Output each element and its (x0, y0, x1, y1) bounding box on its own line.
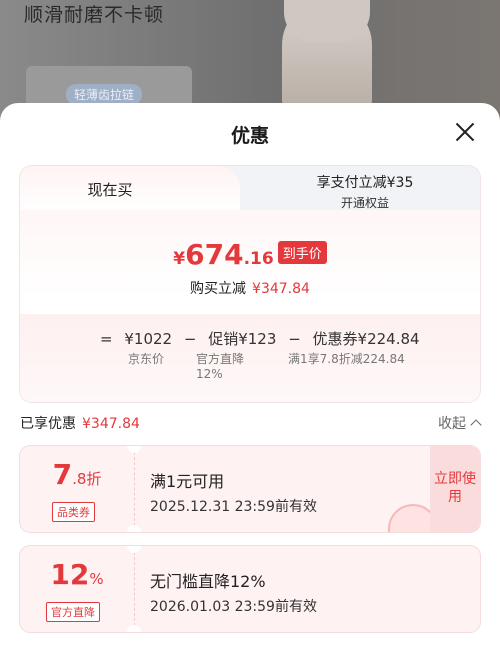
price-body: ¥674.16 到手价 购买立减 ¥347.84 = ¥1022 − 促销¥123 … (20, 210, 480, 402)
price-card: 现在买 享支付立减¥35 开通权益 ¥674.16 到手价 购买立减 ¥347.84… (20, 166, 480, 402)
tab-pay-discount-sub: 开通权益 (340, 196, 389, 210)
breakdown-coupon: 优惠券¥224.84 (312, 330, 420, 348)
feature-tag: 轻薄齿拉链 (66, 84, 143, 105)
save-label: 购买立减 (190, 281, 247, 297)
enjoyed-discount: 已享优惠 ¥347.84 (20, 413, 140, 433)
coupon-title: 无门槛直降12% (150, 572, 266, 591)
coupon-date: 2026.01.03 23:59前有效 (150, 599, 317, 615)
breakdown-equals: = (100, 330, 113, 348)
breakdown-jd-price: ¥1022 (124, 330, 173, 348)
tab-pay-discount[interactable]: 享支付立减¥35 开通权益 (250, 172, 480, 211)
use-now-label: 立即使用 (434, 471, 476, 505)
coupon-value-area: 7.8折 品类券 (20, 446, 134, 532)
tab-buy-now-label: 现在买 (87, 181, 133, 199)
coupon-date: 2025.12.31 23:59前有效 (150, 499, 317, 515)
coupon-notch (127, 525, 141, 532)
enjoyed-label: 已享优惠 (20, 416, 76, 432)
tab-buy-now[interactable]: 现在买 (20, 166, 240, 212)
breakdown-minus: − (183, 330, 197, 348)
save-line: 购买立减 ¥347.84 (20, 278, 480, 298)
final-price: ¥674.16 到手价 (20, 238, 480, 271)
price-decimal: .16 (243, 249, 274, 269)
coupon-card[interactable]: 12% 官方直降 无门槛直降12% 2026.01.03 23:59前有效 (20, 546, 480, 632)
banner-text: 顺滑耐磨不卡顿 (24, 4, 165, 26)
tab-pay-discount-title: 享支付立减¥35 (316, 175, 414, 191)
chevron-up-icon (470, 419, 482, 431)
use-now-button[interactable]: 立即使用 (430, 446, 480, 532)
sheet-title: 优惠 (230, 125, 269, 147)
product-background: 顺滑耐磨不卡顿 轻薄齿拉链 (0, 0, 500, 120)
coupon-value-area: 12% 官方直降 (20, 546, 134, 632)
final-price-badge: 到手价 (277, 241, 327, 264)
coupon-type-tag: 品类券 (52, 502, 95, 522)
coupon-type-tag: 官方直降 (46, 602, 100, 622)
price-integer: 674 (185, 238, 244, 271)
coupon-value-big: 12 (50, 558, 90, 591)
coupon-divider (134, 452, 135, 526)
collapse-label: 收起 (438, 416, 466, 432)
breakdown-sub-official-label: 官方直降 (196, 352, 245, 366)
coupon-value-big: 7 (52, 458, 73, 491)
coupon-divider (134, 552, 135, 626)
breakdown-sub-jd: 京东价 (128, 352, 165, 366)
collapse-button[interactable]: 收起 (438, 413, 482, 433)
coupon-title: 满1元可用 (150, 472, 225, 491)
enjoyed-amount: ¥347.84 (82, 416, 140, 432)
breakdown-sub-official: 官方直降 12% (196, 352, 244, 382)
save-amount: ¥347.84 (252, 281, 310, 297)
breakdown-promo: 促销¥123 (208, 330, 277, 348)
breakdown-row: = ¥1022 − 促销¥123 − 优惠券¥224.84 (100, 328, 427, 348)
coupon-value-small: % (89, 570, 104, 588)
breakdown-minus: − (288, 330, 301, 348)
coupon-value: 12% (20, 558, 134, 591)
breakdown-sub-coupon: 满1享7.8折减224.84 (288, 352, 405, 366)
coupon-notch (127, 625, 141, 632)
currency-symbol: ¥ (173, 249, 186, 269)
coupon-value-small: .8折 (72, 470, 102, 488)
close-icon[interactable] (452, 119, 478, 145)
coupon-card[interactable]: 7.8折 品类券 满1元可用 2025.12.31 23:59前有效 立即使用 (20, 446, 480, 532)
discount-sheet: 优惠 现在买 享支付立减¥35 开通权益 ¥674.16 到手价 购买立减 ¥347… (0, 103, 500, 655)
coupon-value: 7.8折 (20, 458, 134, 491)
model-hat (284, 0, 370, 42)
breakdown-sub-official-pct: 12% (196, 367, 223, 381)
